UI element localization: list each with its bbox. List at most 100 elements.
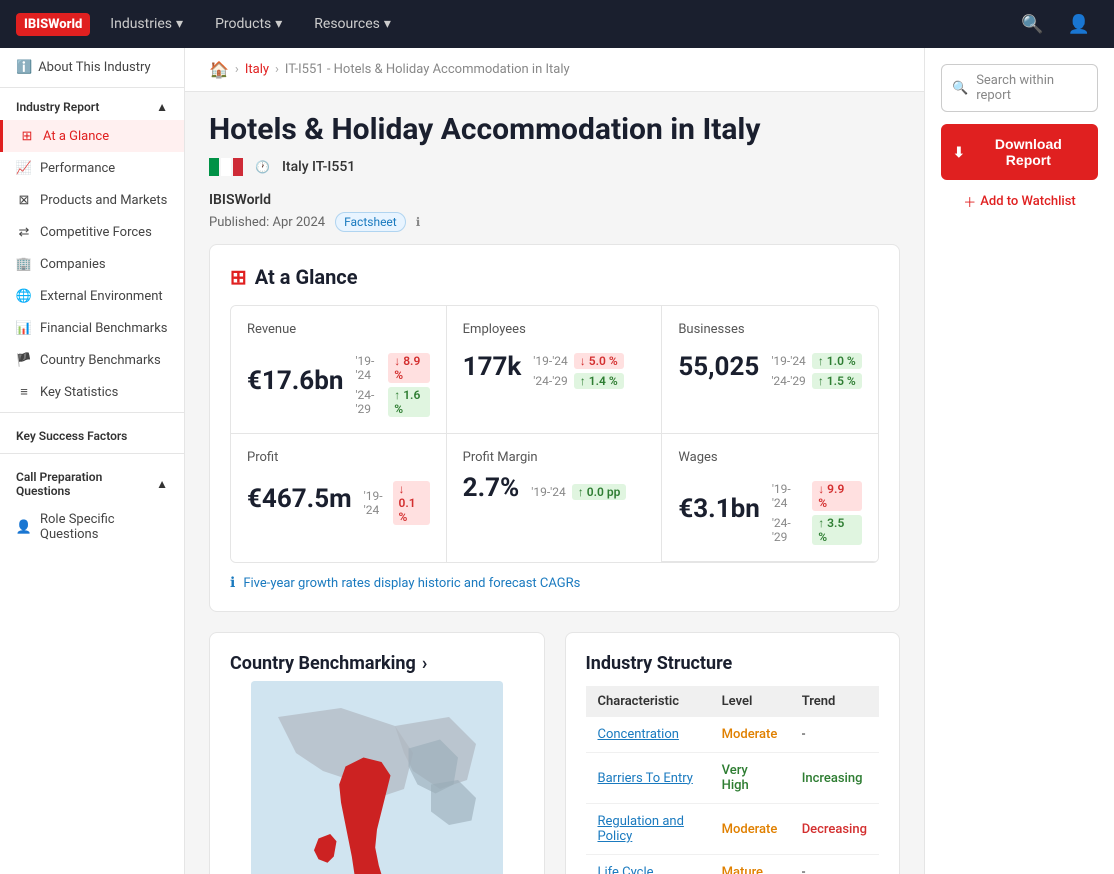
italy-flag <box>209 158 243 176</box>
collapse-icon[interactable]: ▲ <box>156 100 168 114</box>
industry-structure-title: Industry Structure <box>586 653 880 674</box>
nav-products[interactable]: Products ▾ <box>203 16 294 32</box>
metric-profit-margin-rates: '19-'24 ↑ 0.0 pp <box>531 484 626 500</box>
sidebar-item-external-environment[interactable]: 🌐 External Environment <box>0 280 184 312</box>
nav-industries[interactable]: Industries ▾ <box>98 16 195 32</box>
cell-characteristic[interactable]: Regulation and Policy <box>586 804 710 855</box>
italy-map <box>230 686 524 874</box>
cell-trend: - <box>790 855 879 874</box>
industry-structure-card: Industry Structure Characteristic Level … <box>565 632 901 874</box>
metric-revenue: Revenue €17.6bn '19-'24 ↓ 8.9 % '24-'29 <box>231 306 447 434</box>
metric-revenue-label: Revenue <box>247 322 430 337</box>
metric-employees-rates: '19-'24 ↓ 5.0 % '24-'29 ↑ 1.4 % <box>533 353 623 389</box>
metric-employees: Employees 177k '19-'24 ↓ 5.0 % '24-'29 <box>447 306 663 434</box>
industry-structure-table: Characteristic Level Trend Concentration… <box>586 686 880 874</box>
breadcrumb-italy[interactable]: Italy <box>245 62 269 77</box>
cell-level: Very High <box>710 753 790 804</box>
info-icon: ℹ️ <box>16 60 32 75</box>
sidebar-item-financial-benchmarks[interactable]: 📊 Financial Benchmarks <box>0 312 184 344</box>
building-icon: 🏢 <box>16 256 32 272</box>
search-icon: 🔍 <box>952 81 968 96</box>
metric-revenue-rate1: '19-'24 ↓ 8.9 % <box>355 353 429 383</box>
rate-badge: ↓ 8.9 % <box>388 353 429 383</box>
nav-resources[interactable]: Resources ▾ <box>302 16 403 32</box>
main-content: 🏠 › Italy › IT-I551 - Hotels & Holiday A… <box>185 48 924 874</box>
metric-revenue-value: €17.6bn <box>247 366 343 396</box>
metric-revenue-rates: '19-'24 ↓ 8.9 % '24-'29 ↑ 1.6 % <box>355 353 429 417</box>
cell-trend: Decreasing <box>790 804 879 855</box>
about-industry-link[interactable]: ℹ️ About This Industry <box>16 60 168 75</box>
sidebar-item-key-statistics[interactable]: ≡ Key Statistics <box>0 376 184 408</box>
collapse-icon-2[interactable]: ▲ <box>156 477 168 491</box>
person-icon: 👤 <box>16 519 32 535</box>
grid-icon: ⊠ <box>16 192 32 208</box>
metric-employees-value: 177k <box>463 352 522 382</box>
metric-wages-label: Wages <box>678 450 862 465</box>
right-panel: 🔍 Search within report ⬇ Download Report… <box>924 48 1114 874</box>
publisher-name: IBISWorld <box>209 192 900 208</box>
country-benchmarking-title[interactable]: Country Benchmarking › <box>230 653 524 674</box>
metric-profit-margin-value: 2.7% <box>463 473 520 503</box>
page-content: Hotels & Holiday Accommodation in Italy … <box>185 92 924 874</box>
search-report-box[interactable]: 🔍 Search within report <box>941 64 1098 112</box>
table-icon: ⊞ <box>19 128 35 144</box>
plus-icon: ＋ <box>963 192 976 211</box>
metric-revenue-rate2: '24-'29 ↑ 1.6 % <box>355 387 429 417</box>
metrics-grid: Revenue €17.6bn '19-'24 ↓ 8.9 % '24-'29 <box>230 305 879 563</box>
sidebar-item-competitive-forces[interactable]: ⇄ Competitive Forces <box>0 216 184 248</box>
country-benchmarking-card: Country Benchmarking › <box>209 632 545 874</box>
clock-icon: 🕐 <box>255 160 270 174</box>
report-meta: 🕐 Italy IT-I551 <box>209 158 900 176</box>
metric-businesses-label: Businesses <box>678 322 862 337</box>
logo[interactable]: IBISWorld <box>16 13 90 36</box>
sidebar-item-products-markets[interactable]: ⊠ Products and Markets <box>0 184 184 216</box>
search-icon[interactable]: 🔍 <box>1013 14 1051 35</box>
sidebar-item-country-benchmarks[interactable]: 🏴 Country Benchmarks <box>0 344 184 376</box>
publisher-row: IBISWorld Published: Apr 2024 Factsheet … <box>209 192 900 232</box>
cell-trend: - <box>790 717 879 753</box>
globe-icon: 🌐 <box>16 288 32 304</box>
metric-businesses-value: 55,025 <box>678 352 759 382</box>
metric-wages-rates: '19-'24 ↓ 9.9 % '24-'29 ↑ 3.5 % <box>772 481 862 545</box>
sidebar-top: ℹ️ About This Industry <box>0 48 184 88</box>
metric-profit-value: €467.5m <box>247 484 352 514</box>
top-navigation: IBISWorld Industries ▾ Products ▾ Resour… <box>0 0 1114 48</box>
metric-profit: Profit €467.5m '19-'24 ↓ 0.1 % <box>231 434 447 562</box>
sidebar-item-role-specific[interactable]: 👤 Role Specific Questions <box>0 504 184 550</box>
cell-level: Mature <box>710 855 790 874</box>
cell-characteristic[interactable]: Barriers To Entry <box>586 753 710 804</box>
list-icon: ≡ <box>16 384 32 400</box>
page-title: Hotels & Holiday Accommodation in Italy <box>209 112 900 148</box>
sidebar: ℹ️ About This Industry Industry Report ▲… <box>0 48 185 874</box>
table-row: Barriers To EntryVery HighIncreasing <box>586 753 880 804</box>
breadcrumb-report: IT-I551 - Hotels & Holiday Accommodation… <box>285 62 570 77</box>
metric-profit-margin: Profit Margin 2.7% '19-'24 ↑ 0.0 pp <box>447 434 663 562</box>
cell-level: Moderate <box>710 804 790 855</box>
col-level: Level <box>710 686 790 717</box>
table-row: Life CycleMature- <box>586 855 880 874</box>
add-to-watchlist-button[interactable]: ＋ Add to Watchlist <box>941 192 1098 211</box>
arrows-icon: ⇄ <box>16 224 32 240</box>
flag-icon: 🏴 <box>16 352 32 368</box>
sidebar-key-success-header: Key Success Factors <box>0 417 184 449</box>
download-report-button[interactable]: ⬇ Download Report <box>941 124 1098 180</box>
metric-profit-margin-label: Profit Margin <box>463 450 646 465</box>
rate-badge: ↑ 1.6 % <box>388 387 429 417</box>
cell-characteristic[interactable]: Life Cycle <box>586 855 710 874</box>
metric-profit-label: Profit <box>247 450 430 465</box>
cell-trend: Increasing <box>790 753 879 804</box>
sidebar-call-prep-header: Call Preparation Questions ▲ <box>0 458 184 504</box>
sidebar-item-at-a-glance[interactable]: ⊞ At a Glance <box>0 120 184 152</box>
factsheet-badge[interactable]: Factsheet <box>335 212 406 232</box>
user-icon[interactable]: 👤 <box>1060 14 1098 35</box>
main-layout: ℹ️ About This Industry Industry Report ▲… <box>0 48 1114 874</box>
bottom-grid: Country Benchmarking › <box>209 632 900 874</box>
at-a-glance-icon: ⊞ <box>230 265 247 289</box>
cell-characteristic[interactable]: Concentration <box>586 717 710 753</box>
breadcrumb: 🏠 › Italy › IT-I551 - Hotels & Holiday A… <box>185 48 924 92</box>
home-icon[interactable]: 🏠 <box>209 60 229 79</box>
sidebar-item-companies[interactable]: 🏢 Companies <box>0 248 184 280</box>
col-trend: Trend <box>790 686 879 717</box>
sidebar-item-performance[interactable]: 📈 Performance <box>0 152 184 184</box>
search-placeholder: Search within report <box>976 73 1087 103</box>
